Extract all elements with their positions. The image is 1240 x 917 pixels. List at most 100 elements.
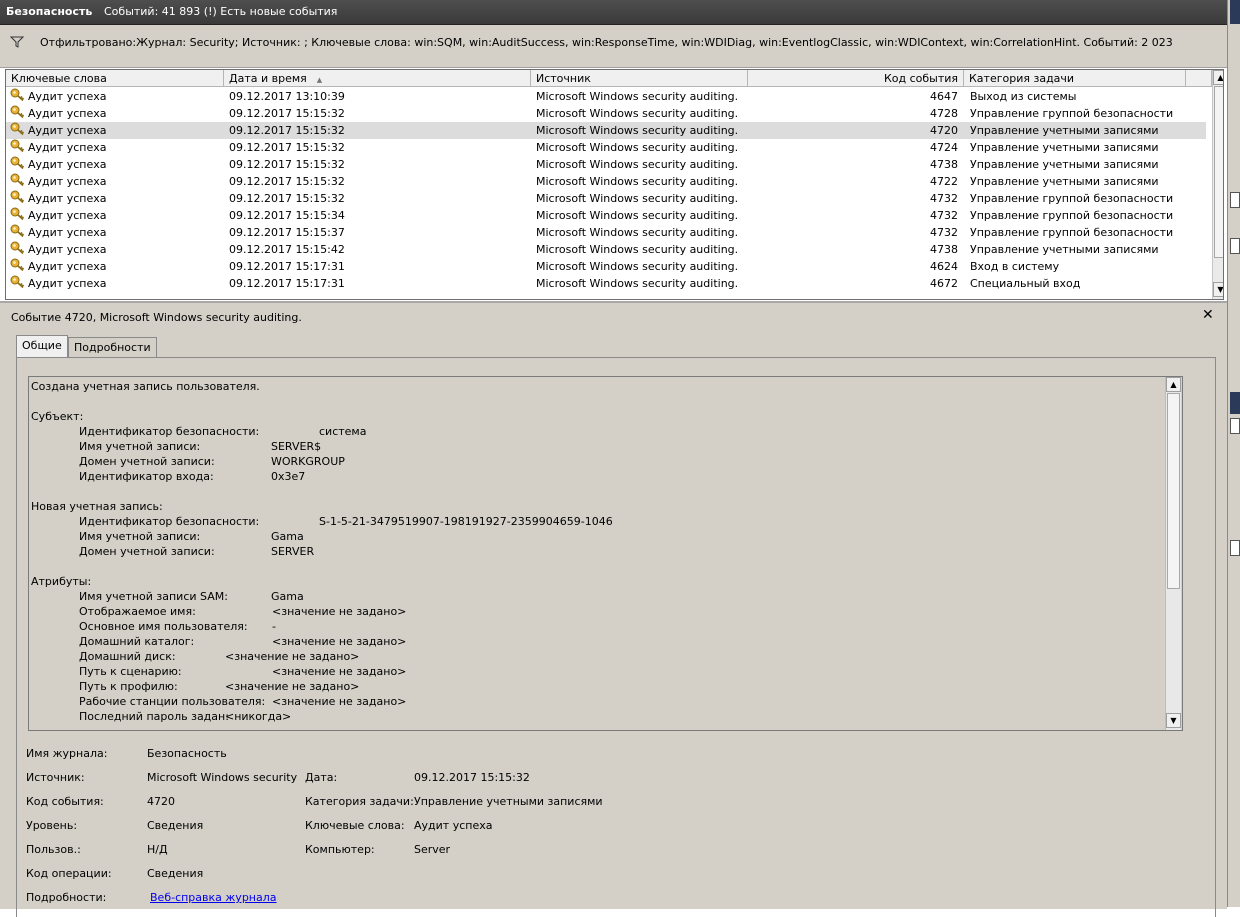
table-row[interactable]: Аудит успеха 09.12.2017 13:10:39 Microsoft… (6, 88, 1206, 105)
row-source: Microsoft Windows security auditing. (536, 277, 739, 290)
action-item-icon[interactable] (1230, 418, 1240, 434)
level-label: Уровень: (26, 819, 78, 832)
action-item-icon[interactable] (1230, 238, 1240, 254)
event-details-panel: Событие 4720, Microsoft Windows security… (0, 301, 1227, 917)
field-value: Gama (271, 590, 304, 603)
event-details-title: Событие 4720, Microsoft Windows security… (11, 311, 302, 324)
key-icon (10, 275, 26, 292)
field-value: <значение не задано> (272, 665, 407, 678)
field-name: Отображаемое имя: (79, 605, 196, 618)
events-count-info: Событий: 41 893 (!) Есть новые события (104, 5, 338, 18)
row-task-category: Управление группой безопасности (970, 192, 1174, 205)
key-icon (10, 88, 26, 105)
column-header-source[interactable]: Источник (531, 70, 748, 87)
date-value: 09.12.2017 15:15:32 (414, 771, 530, 784)
grid-scrollbar[interactable]: ▲ ▼ (1212, 70, 1223, 299)
table-row[interactable]: Аудит успеха 09.12.2017 15:15:32 Microsoft… (6, 173, 1206, 190)
message-scrollbar[interactable]: ▲ ▼ (1165, 377, 1181, 730)
row-keyword: Аудит успеха (28, 192, 107, 205)
row-datetime: 09.12.2017 15:15:32 (229, 192, 345, 205)
row-keyword: Аудит успеха (28, 277, 107, 290)
computer-value: Server (414, 843, 451, 856)
row-keyword: Аудит успеха (28, 243, 107, 256)
table-row[interactable]: Аудит успеха 09.12.2017 15:15:34 Microsoft… (6, 207, 1206, 224)
scroll-thumb[interactable] (1167, 393, 1180, 589)
row-keyword: Аудит успеха (28, 141, 107, 154)
scroll-up-arrow-icon[interactable]: ▲ (1213, 70, 1223, 85)
key-icon (10, 190, 26, 207)
column-header-datetime[interactable]: Дата и время ▲ (224, 70, 531, 87)
field-name: Домен учетной записи: (79, 455, 215, 468)
row-datetime: 09.12.2017 15:15:32 (229, 141, 345, 154)
row-keyword: Аудит успеха (28, 158, 107, 171)
scroll-down-arrow-icon[interactable]: ▼ (1166, 713, 1181, 728)
table-row[interactable]: Аудит успеха 09.12.2017 15:17:31 Microsoft… (6, 258, 1206, 275)
scroll-down-arrow-icon[interactable]: ▼ (1213, 282, 1223, 297)
table-row[interactable]: Аудит успеха 09.12.2017 15:15:42 Microsoft… (6, 241, 1206, 258)
row-task-category: Управление учетными записями (970, 141, 1159, 154)
row-datetime: 09.12.2017 15:15:37 (229, 226, 345, 239)
field-value: <значение не задано> (272, 635, 407, 648)
table-row[interactable]: Аудит успеха 09.12.2017 15:15:32 Microsoft… (6, 105, 1206, 122)
row-datetime: 09.12.2017 15:17:31 (229, 260, 345, 273)
scroll-thumb[interactable] (1214, 86, 1223, 258)
table-row[interactable]: Аудит успеха 09.12.2017 15:15:37 Microsoft… (6, 224, 1206, 241)
field-value: SERVER (271, 545, 315, 558)
level-value: Сведения (147, 819, 204, 832)
key-icon (10, 207, 26, 224)
filter-icon (9, 36, 25, 51)
row-task-category: Управление учетными записями (970, 124, 1159, 137)
user-value: Н/Д (147, 843, 168, 856)
field-name: Основное имя пользователя: (79, 620, 248, 633)
column-header-keywords[interactable]: Ключевые слова (6, 70, 224, 87)
scroll-up-arrow-icon[interactable]: ▲ (1166, 377, 1181, 392)
column-header-label: Ключевые слова (11, 72, 107, 85)
event-log-online-help-link[interactable]: Веб-справка журнала (150, 891, 277, 904)
key-icon (10, 122, 26, 139)
log-name-label: Имя журнала: (26, 747, 108, 760)
event-message-text[interactable]: Создана учетная запись пользователя. Суб… (28, 376, 1183, 731)
tab-details[interactable]: Подробности (68, 337, 157, 357)
key-icon (10, 156, 26, 173)
table-row[interactable]: Аудит успеха 09.12.2017 15:15:32 Microsoft… (6, 139, 1206, 156)
window-title-bar: Безопасность Событий: 41 893 (!) Есть но… (0, 0, 1227, 25)
keywords-value: Аудит успеха (414, 819, 493, 832)
row-keyword: Аудит успеха (28, 209, 107, 222)
row-datetime: 09.12.2017 15:15:42 (229, 243, 345, 256)
key-icon (10, 139, 26, 156)
row-task-category: Управление группой безопасности (970, 226, 1174, 239)
table-row[interactable]: Аудит успеха 09.12.2017 15:15:32 Microsoft… (6, 122, 1206, 139)
action-item-icon[interactable] (1230, 540, 1240, 556)
field-value: 0x3e7 (271, 470, 306, 483)
field-value: <значение не задано> (272, 695, 407, 708)
field-value: - (272, 620, 276, 633)
tab-general[interactable]: Общие (16, 335, 68, 357)
sort-ascending-icon: ▲ (316, 76, 323, 84)
row-source: Microsoft Windows security auditing. (536, 158, 739, 171)
column-header-event-id[interactable]: Код события (748, 70, 964, 87)
task-category-value: Управление учетными записями (414, 795, 603, 808)
field-value: <значение не задано> (272, 605, 407, 618)
row-source: Microsoft Windows security auditing. (536, 260, 739, 273)
field-value: WORKGROUP (271, 455, 345, 468)
field-name: Имя учетной записи SAM: (79, 590, 228, 603)
opcode-value: Сведения (147, 867, 204, 880)
task-category-label: Категория задачи: (305, 795, 414, 808)
column-header-task-category[interactable]: Категория задачи (964, 70, 1186, 87)
table-row[interactable]: Аудит успеха 09.12.2017 15:15:32 Microsoft… (6, 156, 1206, 173)
column-header-label: Дата и время (229, 72, 307, 85)
message-header: Создана учетная запись пользователя. (31, 380, 260, 393)
row-event-id: 4672 (930, 277, 958, 290)
actions-pane-section-header (1230, 392, 1240, 414)
key-icon (10, 241, 26, 258)
row-task-category: Вход в систему (970, 260, 1060, 273)
row-task-category: Выход из системы (970, 90, 1077, 103)
date-label: Дата: (305, 771, 338, 784)
field-name: Рабочие станции пользователя: (79, 695, 266, 708)
row-source: Microsoft Windows security auditing. (536, 226, 739, 239)
row-keyword: Аудит успеха (28, 107, 107, 120)
table-row[interactable]: Аудит успеха 09.12.2017 15:17:31 Microsoft… (6, 275, 1206, 292)
action-item-icon[interactable] (1230, 192, 1240, 208)
close-icon[interactable]: ✕ (1202, 307, 1214, 323)
table-row[interactable]: Аудит успеха 09.12.2017 15:15:32 Microsoft… (6, 190, 1206, 207)
